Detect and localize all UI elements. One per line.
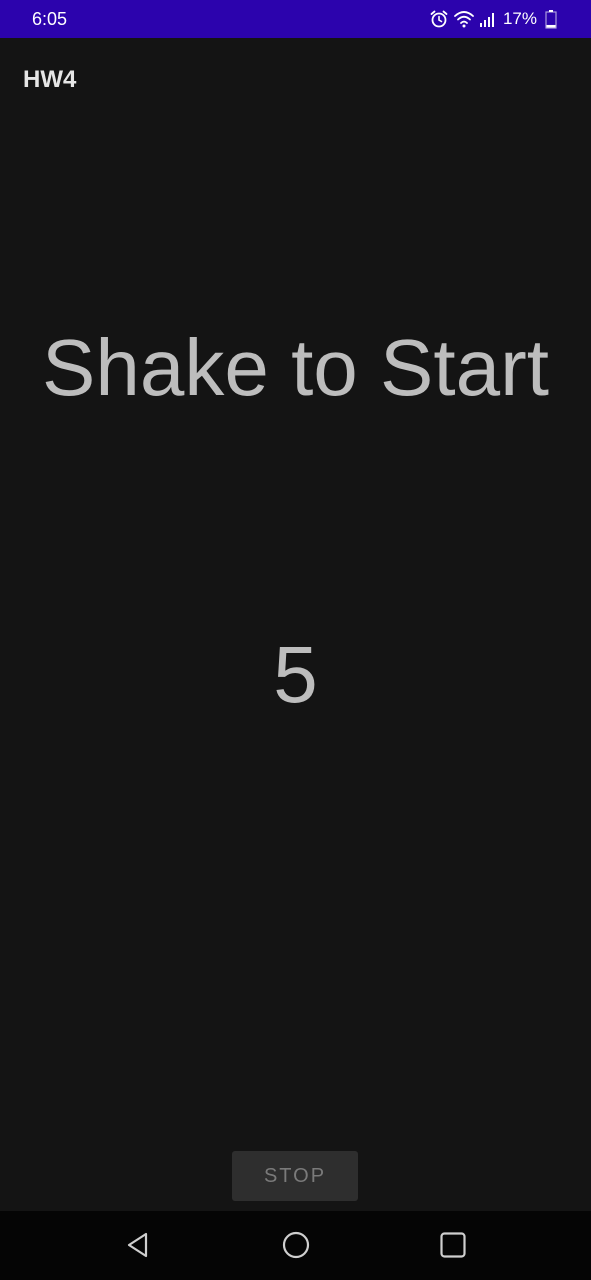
recents-icon[interactable] xyxy=(436,1228,470,1262)
status-time: 6:05 xyxy=(32,9,68,29)
battery-percent: 17% xyxy=(502,9,537,28)
signal-icon xyxy=(479,10,497,28)
stop-button-label: STOP xyxy=(263,1164,327,1187)
countdown-counter: 5 xyxy=(273,630,318,719)
stop-button[interactable]: STOP xyxy=(232,1151,358,1201)
app-screen: 6:05 17% HW4 Shake to Start 5 STOP xyxy=(0,0,591,1280)
app-title: HW4 xyxy=(23,66,77,93)
home-icon[interactable] xyxy=(279,1228,313,1262)
back-icon[interactable] xyxy=(121,1228,155,1262)
alarm-icon xyxy=(429,9,449,29)
status-bar: 6:05 17% xyxy=(0,0,591,38)
shake-to-start-label: Shake to Start xyxy=(42,323,549,412)
status-icons: 17% xyxy=(429,8,557,30)
navigation-bar xyxy=(0,1211,591,1280)
battery-icon xyxy=(545,9,557,29)
wifi-icon xyxy=(453,9,475,29)
